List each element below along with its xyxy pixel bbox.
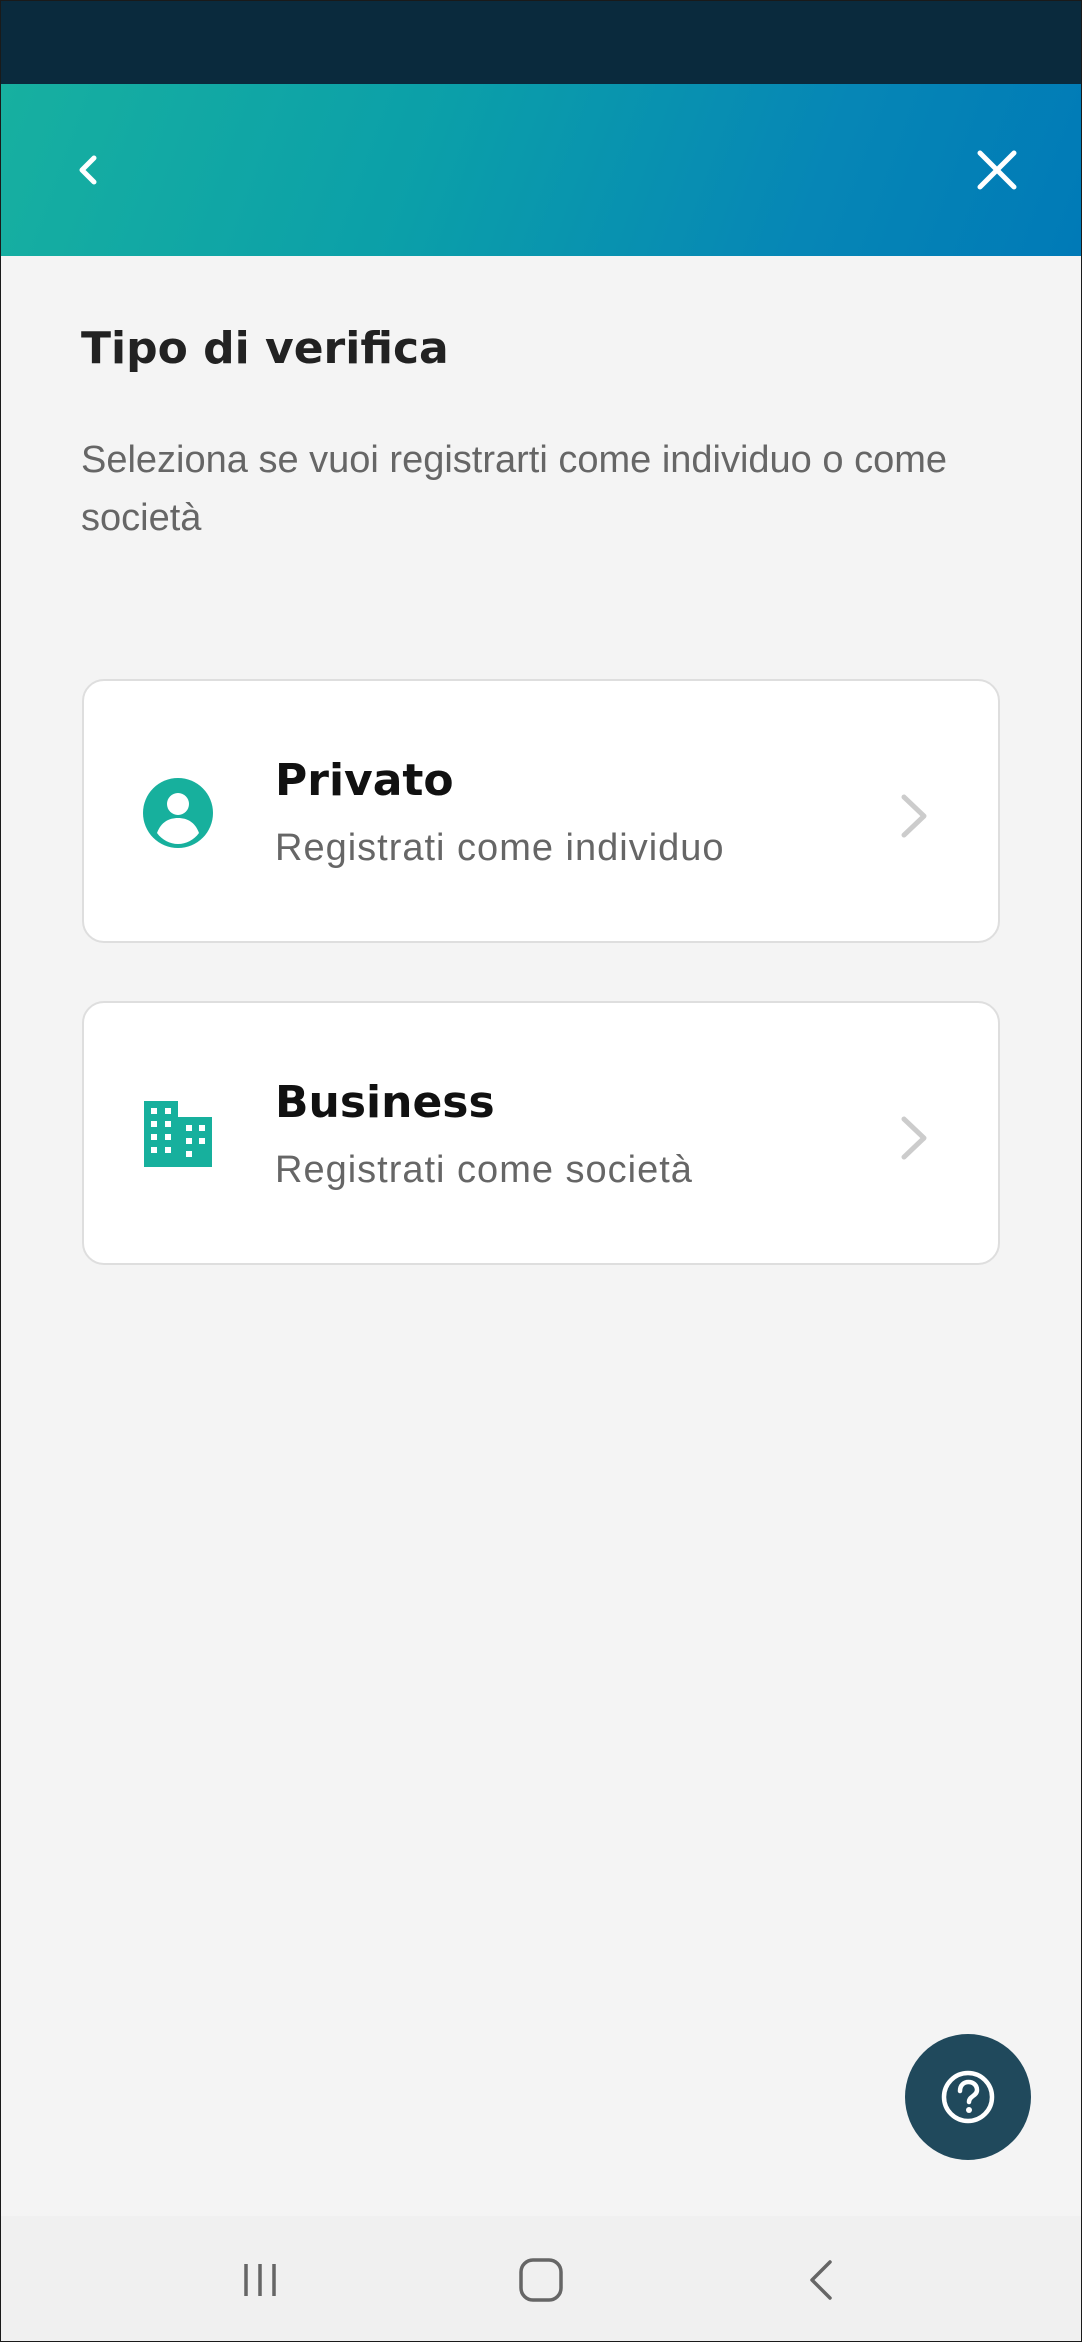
page-title: Tipo di verifica xyxy=(81,323,449,374)
option-title: Business xyxy=(275,1077,495,1128)
chevron-left-icon xyxy=(79,155,97,185)
recents-button[interactable] xyxy=(220,2240,300,2320)
option-subtitle: Registrati come individuo xyxy=(275,827,725,869)
page-subtitle: Seleziona se vuoi registrarti come indiv… xyxy=(81,439,947,539)
back-icon xyxy=(810,2260,832,2300)
person-icon xyxy=(143,778,213,848)
app-bar xyxy=(1,84,1081,256)
option-title: Privato xyxy=(275,755,454,806)
close-icon xyxy=(977,150,1017,190)
building-icon xyxy=(144,1101,212,1167)
help-button[interactable] xyxy=(905,2034,1031,2160)
option-card-business[interactable]: Business Registrati come società xyxy=(82,1001,1000,1265)
back-button[interactable] xyxy=(47,128,131,212)
help-icon xyxy=(941,2070,995,2124)
chevron-right-icon xyxy=(901,1116,927,1160)
close-button[interactable] xyxy=(955,128,1039,212)
option-subtitle: Registrati come società xyxy=(275,1149,693,1191)
screen: Tipo di verifica Seleziona se vuoi regis… xyxy=(0,0,1082,2342)
chevron-right-icon xyxy=(901,794,927,838)
option-card-private[interactable]: Privato Registrati come individuo xyxy=(82,679,1000,943)
system-navigation-bar xyxy=(1,2216,1081,2341)
system-back-button[interactable] xyxy=(782,2240,862,2320)
home-icon xyxy=(519,2258,563,2302)
recents-icon xyxy=(244,2264,276,2296)
status-bar xyxy=(1,1,1081,84)
home-button[interactable] xyxy=(501,2240,581,2320)
